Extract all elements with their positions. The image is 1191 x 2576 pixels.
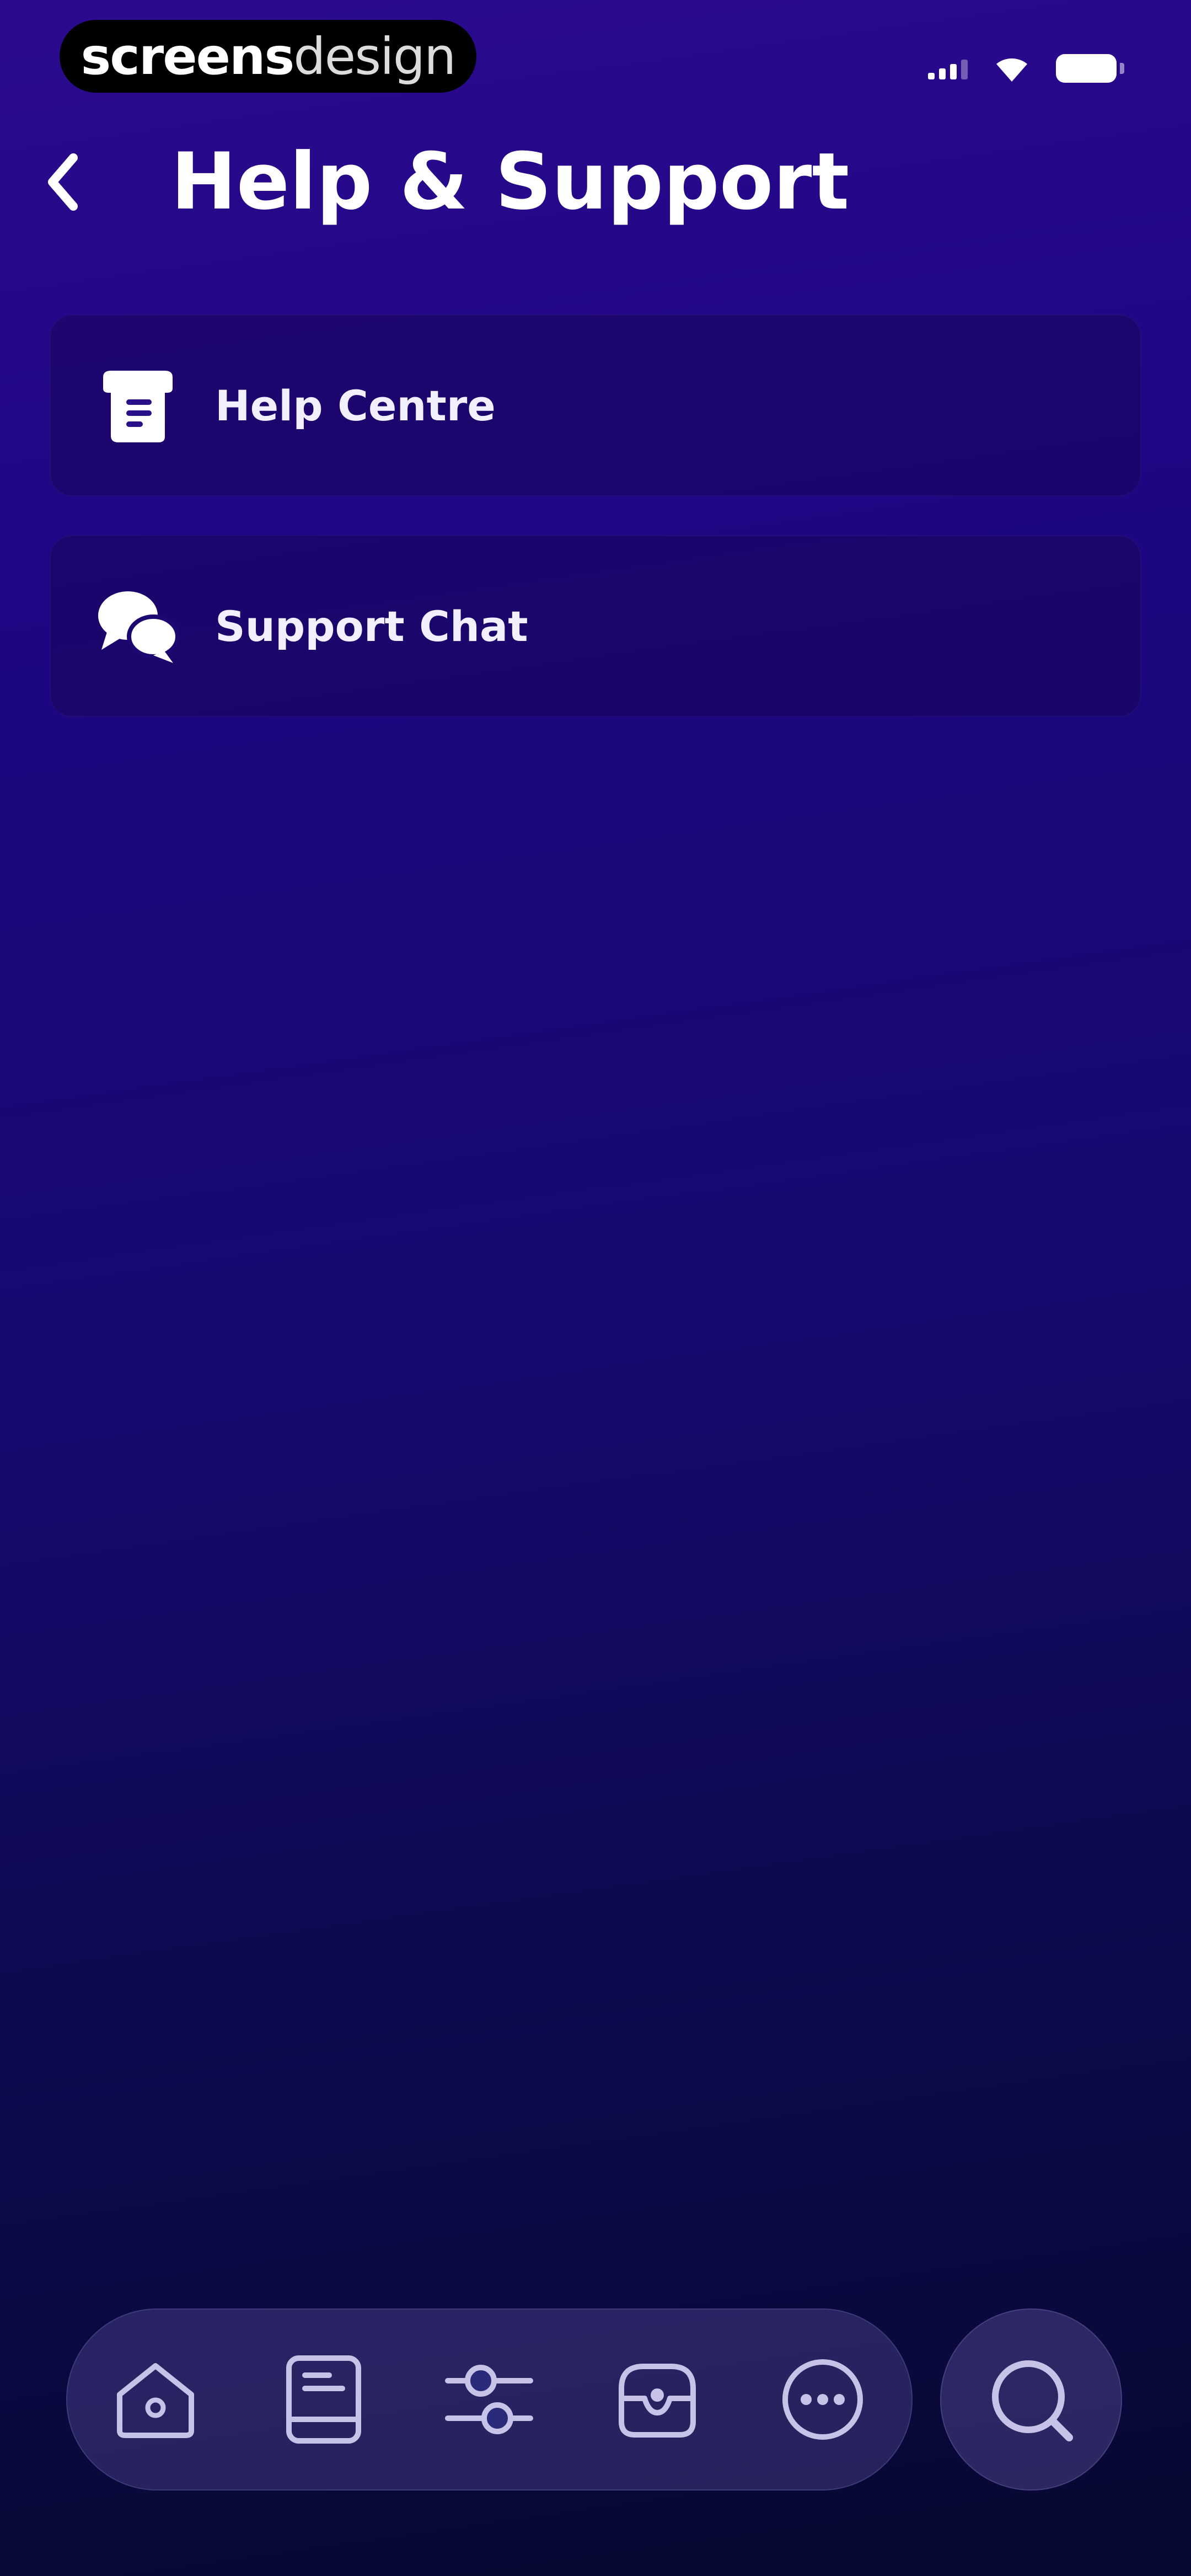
home-icon: [117, 2363, 194, 2438]
tab-filters[interactable]: [417, 2308, 561, 2491]
document-icon: [286, 2355, 361, 2444]
tab-home[interactable]: [84, 2308, 227, 2491]
watermark-bold-text: screens: [81, 26, 295, 86]
search-button[interactable]: [940, 2308, 1122, 2491]
menu-item-support-chat[interactable]: Support Chat: [50, 535, 1141, 717]
inbox-icon: [619, 2364, 696, 2438]
search-icon: [992, 2360, 1073, 2441]
sliders-icon: [445, 2365, 533, 2434]
menu-item-label: Support Chat: [215, 601, 528, 651]
chat-bubbles-icon: [94, 582, 182, 670]
more-icon: [782, 2359, 863, 2440]
menu-item-help-centre[interactable]: Help Centre: [50, 314, 1141, 496]
back-button[interactable]: [33, 143, 94, 221]
chevron-left-icon: [48, 153, 78, 211]
page-title: Help & Support: [171, 136, 850, 227]
menu-item-label: Help Centre: [215, 381, 496, 430]
tab-more[interactable]: [751, 2308, 894, 2491]
watermark-logo: screens design: [60, 20, 476, 93]
battery-icon: [1056, 54, 1124, 83]
tab-documents[interactable]: [252, 2308, 395, 2491]
wifi-icon: [996, 58, 1027, 82]
help-support-screen: screens design Help & Support Help Centre: [0, 0, 1191, 2576]
tab-inbox[interactable]: [586, 2308, 729, 2491]
watermark-light-text: design: [293, 26, 456, 86]
bottom-tab-bar: [66, 2308, 913, 2491]
signal-icon: [928, 57, 968, 79]
status-icons: [928, 51, 1124, 86]
help-book-icon: [94, 361, 182, 450]
